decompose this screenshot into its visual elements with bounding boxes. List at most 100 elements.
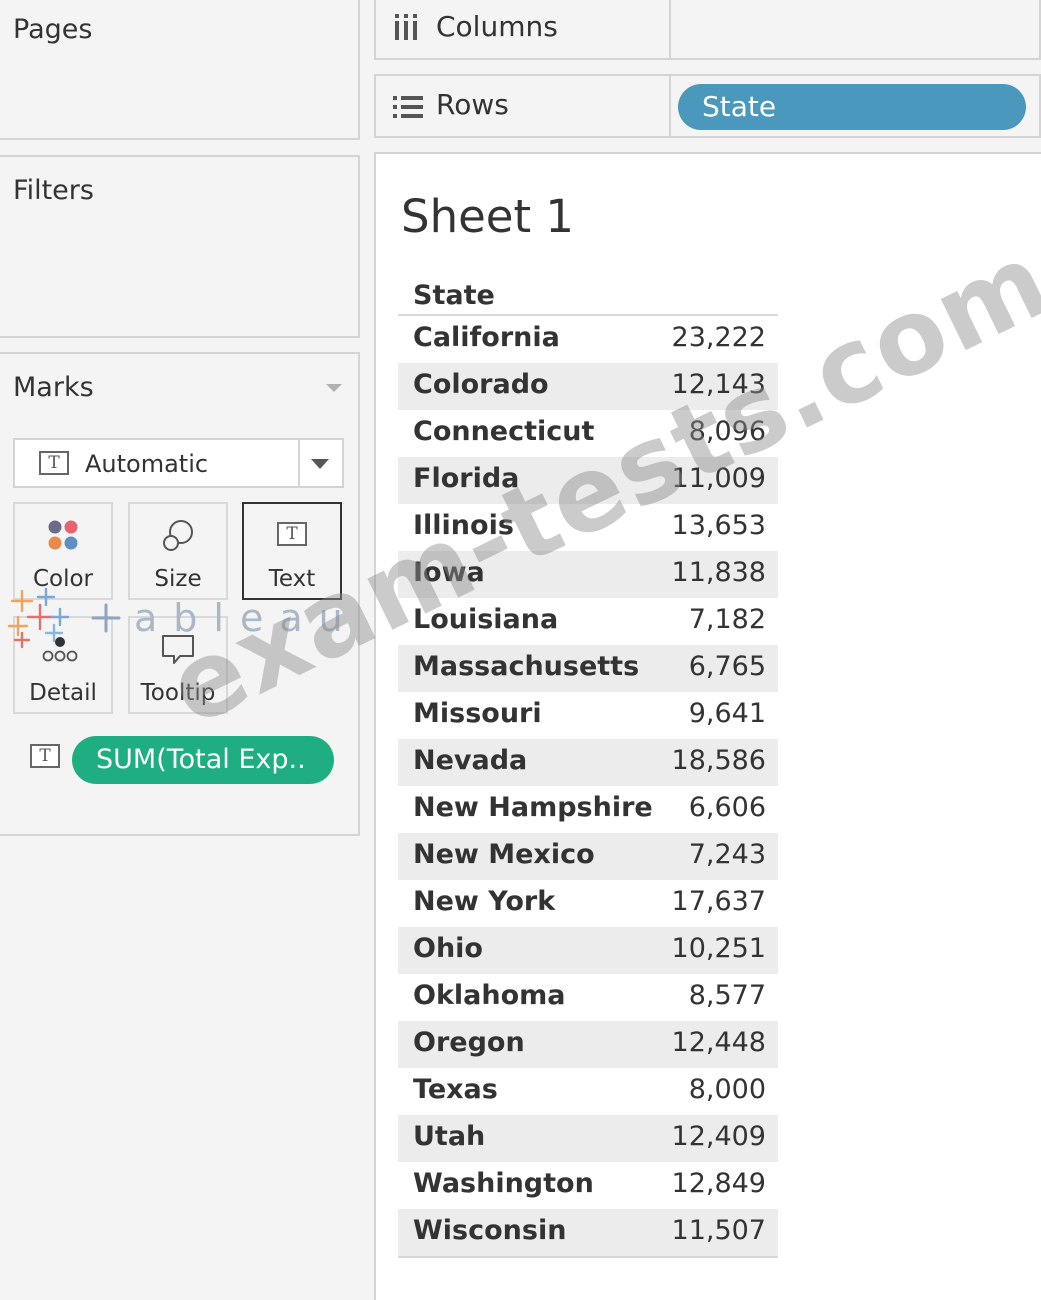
marks-card: Marks T Automatic Color Size T Text Deta…: [0, 352, 360, 836]
state-cell: New Mexico: [413, 839, 595, 870]
table-row[interactable]: Wisconsin 11,507: [398, 1209, 778, 1256]
table-row[interactable]: New Mexico 7,243: [398, 833, 778, 880]
table-body: California 23,222 Colorado 12,143 Connecticu…: [398, 316, 778, 1256]
text-table: State California 23,222 Colorado 12,143 Conn…: [398, 274, 778, 1258]
text-mark-icon: T: [39, 451, 69, 475]
table-row[interactable]: New York 17,637: [398, 880, 778, 927]
mark-type-label: Automatic: [85, 450, 209, 478]
value-cell: 8,000: [688, 1074, 766, 1105]
sum-total-exp-pill[interactable]: SUM(Total Exp..: [72, 736, 334, 784]
dropdown-divider: [298, 440, 300, 486]
table-bottom-border: [398, 1256, 778, 1258]
rows-label: Rows: [436, 88, 509, 121]
color-label: Color: [32, 566, 94, 592]
table-row[interactable]: Colorado 12,143: [398, 363, 778, 410]
value-cell: 8,577: [688, 980, 766, 1011]
size-label: Size: [154, 566, 202, 592]
columns-shelf[interactable]: Columns: [374, 0, 1041, 60]
table-row[interactable]: California 23,222: [398, 316, 778, 363]
value-cell: 7,243: [688, 839, 766, 870]
mark-type-dropdown[interactable]: T Automatic: [13, 438, 344, 488]
columns-icon: [395, 14, 417, 40]
table-row[interactable]: Massachusetts 6,765: [398, 645, 778, 692]
tooltip-button[interactable]: Tooltip: [128, 616, 228, 714]
pages-label: Pages: [13, 14, 93, 45]
sheet-title: Sheet 1: [401, 190, 575, 243]
state-cell: Florida: [413, 463, 520, 494]
state-cell: Colorado: [413, 369, 549, 400]
worksheet-view: Sheet 1 State California 23,222 Colorado 12…: [374, 152, 1041, 1300]
shelf-divider: [669, 76, 671, 138]
table-row[interactable]: Texas 8,000: [398, 1068, 778, 1115]
marks-label: Marks: [13, 372, 94, 403]
detail-dots-icon: [42, 637, 78, 662]
table-row[interactable]: Nevada 18,586: [398, 739, 778, 786]
state-cell: New York: [413, 886, 556, 917]
table-row[interactable]: Louisiana 7,182: [398, 598, 778, 645]
marks-menu-caret-icon[interactable]: [326, 384, 342, 392]
tooltip-label: Tooltip: [140, 680, 216, 706]
state-pill[interactable]: State: [678, 84, 1026, 130]
state-cell: Texas: [413, 1074, 498, 1105]
table-row[interactable]: Ohio 10,251: [398, 927, 778, 974]
filters-label: Filters: [13, 175, 94, 206]
state-cell: Washington: [413, 1168, 594, 1199]
value-cell: 11,009: [671, 463, 766, 494]
value-cell: 12,409: [671, 1121, 766, 1152]
chevron-down-icon[interactable]: [311, 459, 329, 469]
table-row[interactable]: Missouri 9,641: [398, 692, 778, 739]
shelf-divider: [669, 0, 671, 60]
value-cell: 11,838: [671, 557, 766, 588]
marks-field-row: T SUM(Total Exp..: [0, 736, 360, 786]
detail-button[interactable]: Detail: [13, 616, 113, 714]
value-cell: 6,606: [688, 792, 766, 823]
table-row[interactable]: New Hampshire 6,606: [398, 786, 778, 833]
value-cell: 12,849: [671, 1168, 766, 1199]
detail-label: Detail: [29, 680, 97, 706]
table-row[interactable]: Illinois 13,653: [398, 504, 778, 551]
value-cell: 17,637: [671, 886, 766, 917]
state-cell: Utah: [413, 1121, 486, 1152]
state-cell: Missouri: [413, 698, 542, 729]
state-cell: Wisconsin: [413, 1215, 567, 1246]
table-row[interactable]: Washington 12,849: [398, 1162, 778, 1209]
rows-icon: [393, 96, 423, 118]
pages-card: Pages: [0, 0, 360, 140]
text-icon: T: [277, 522, 307, 546]
size-button[interactable]: Size: [128, 502, 228, 600]
table-row[interactable]: Oklahoma 8,577: [398, 974, 778, 1021]
table-row[interactable]: Connecticut 8,096: [398, 410, 778, 457]
value-cell: 12,448: [671, 1027, 766, 1058]
table-row[interactable]: Utah 12,409: [398, 1115, 778, 1162]
state-cell: Oregon: [413, 1027, 525, 1058]
state-cell: Connecticut: [413, 416, 595, 447]
tooltip-bubble-icon: [162, 635, 194, 664]
state-cell: Ohio: [413, 933, 483, 964]
color-button[interactable]: Color: [13, 502, 113, 600]
state-cell: New Hampshire: [413, 792, 653, 823]
value-cell: 10,251: [671, 933, 766, 964]
value-cell: 13,653: [671, 510, 766, 541]
state-cell: Massachusetts: [413, 651, 640, 682]
table-row[interactable]: Florida 11,009: [398, 457, 778, 504]
color-dots-icon: [48, 520, 78, 550]
value-cell: 12,143: [671, 369, 766, 400]
value-cell: 8,096: [688, 416, 766, 447]
state-column-header[interactable]: State: [398, 274, 778, 316]
state-cell: California: [413, 322, 560, 353]
value-cell: 6,765: [688, 651, 766, 682]
text-button[interactable]: T Text: [242, 502, 342, 600]
state-cell: Nevada: [413, 745, 528, 776]
value-cell: 7,182: [688, 604, 766, 635]
text-encoding-icon[interactable]: T: [30, 744, 60, 768]
text-label: Text: [268, 566, 316, 592]
table-row[interactable]: Iowa 11,838: [398, 551, 778, 598]
table-row[interactable]: Oregon 12,448: [398, 1021, 778, 1068]
size-circles-icon: [163, 520, 193, 551]
state-cell: Illinois: [413, 510, 514, 541]
state-cell: Iowa: [413, 557, 485, 588]
value-cell: 9,641: [688, 698, 766, 729]
rows-shelf[interactable]: Rows State: [374, 74, 1041, 138]
value-cell: 18,586: [671, 745, 766, 776]
value-cell: 23,222: [671, 322, 766, 353]
